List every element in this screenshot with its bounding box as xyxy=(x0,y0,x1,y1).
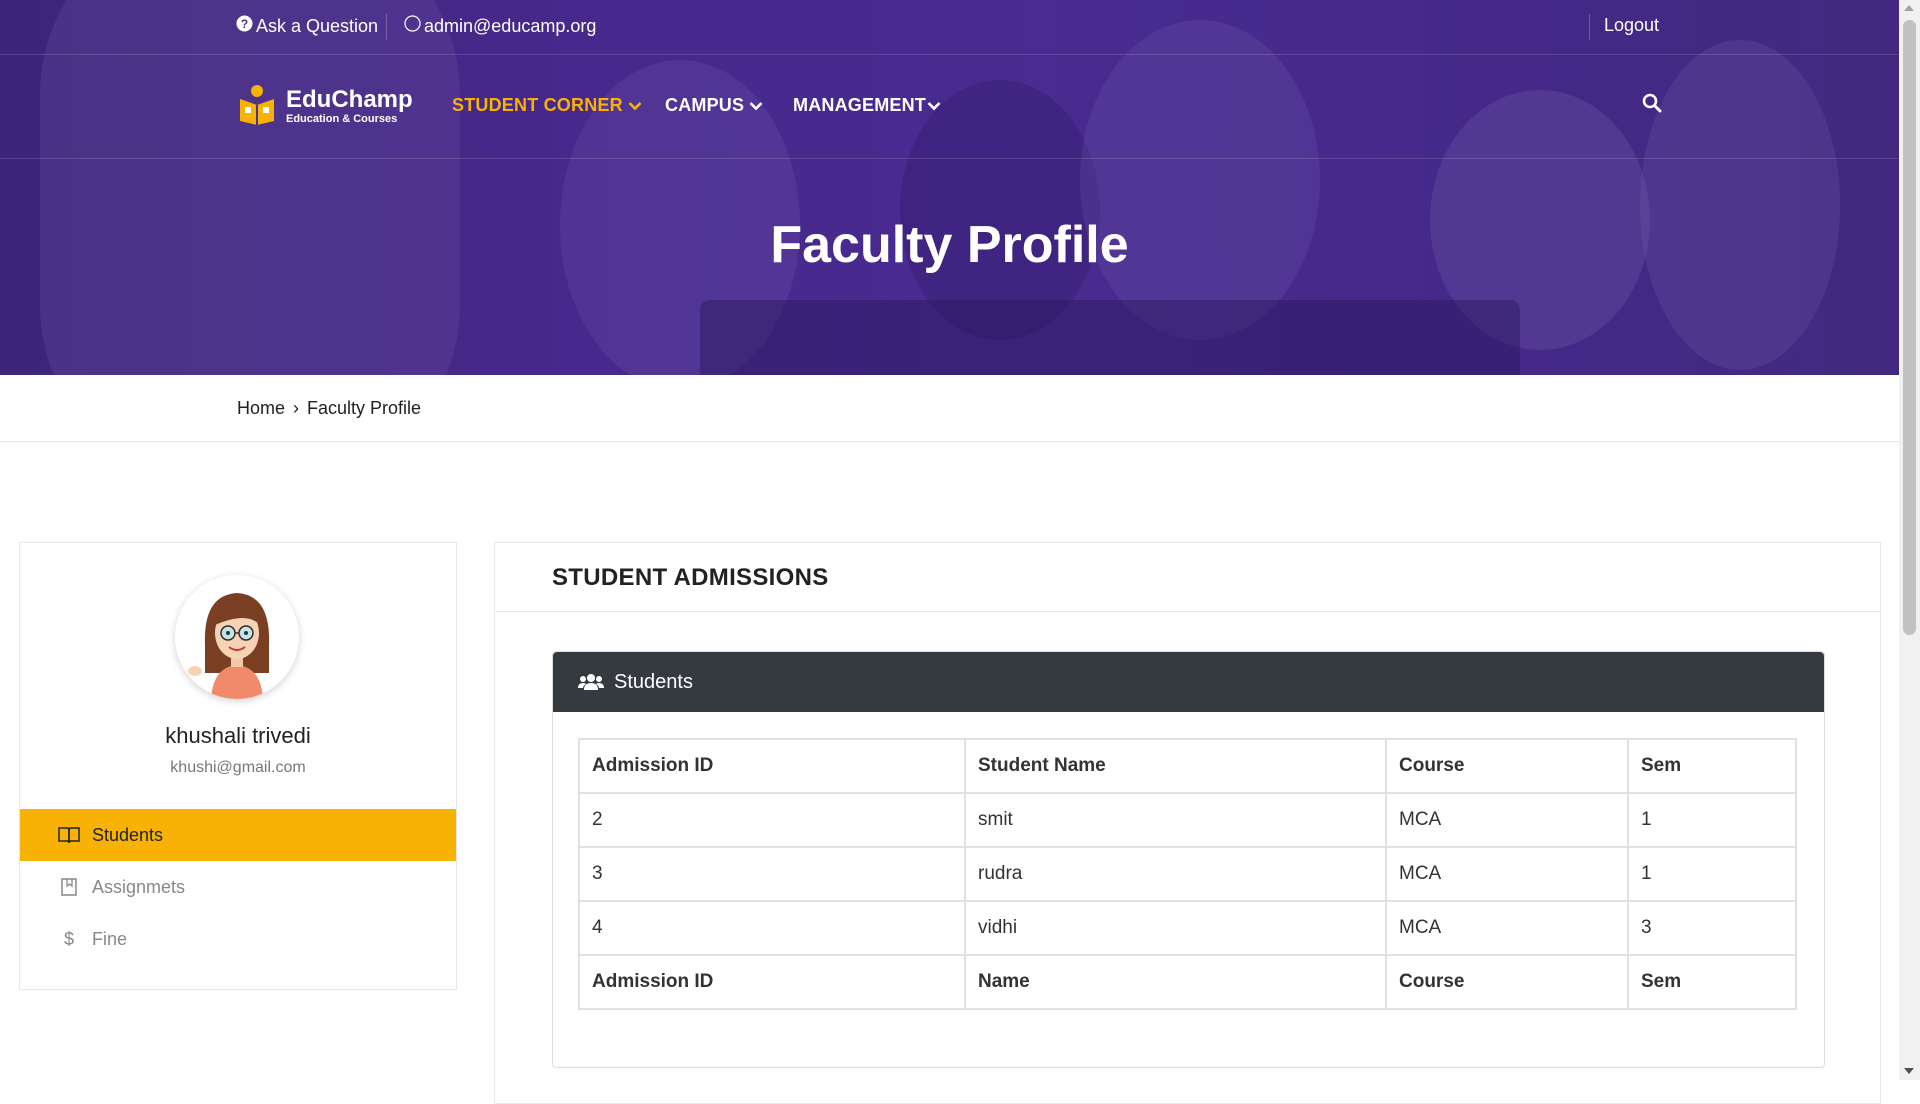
table-cell: 4 xyxy=(578,900,966,956)
site-logo[interactable]: EduChamp Education & Courses xyxy=(236,83,413,130)
table-cell: MCA xyxy=(1385,900,1629,956)
menu-label: Fine xyxy=(92,928,128,949)
dollar-icon: $ xyxy=(58,929,80,949)
column-header[interactable]: Admission ID xyxy=(578,738,966,794)
menu-label: Assignmets xyxy=(92,876,186,897)
nav-label: MANAGEMENT xyxy=(793,95,926,115)
main-navbar: EduChamp Education & Courses STUDENT COR… xyxy=(0,55,1899,159)
chevron-down-icon xyxy=(628,95,642,116)
scroll-up-arrow-icon[interactable] xyxy=(1904,5,1914,11)
table-row: 2 smit MCA 1 xyxy=(578,792,1797,848)
contact-email-link[interactable]: admin@educamp.org xyxy=(404,15,596,37)
menu-item-fine[interactable]: $ Fine xyxy=(20,913,456,965)
table-header-row: Admission ID Student Name Course Sem xyxy=(578,738,1797,794)
column-footer: Name xyxy=(964,954,1387,1010)
scroll-down-arrow-icon[interactable] xyxy=(1904,1068,1914,1074)
nav-student-corner[interactable]: STUDENT CORNER xyxy=(452,95,642,116)
nav-label: CAMPUS xyxy=(665,95,745,115)
search-button[interactable] xyxy=(1642,93,1662,118)
hero-banner: ? Ask a Question admin@educamp.org Logou… xyxy=(0,0,1899,375)
scrollbar-thumb[interactable] xyxy=(1903,20,1916,635)
menu-item-assignments[interactable]: Assignmets xyxy=(20,861,456,913)
chevron-down-icon xyxy=(749,95,763,116)
students-card: Students Admission ID Student Name Cours… xyxy=(552,651,1825,1068)
table-cell: MCA xyxy=(1385,846,1629,902)
contact-email: admin@educamp.org xyxy=(424,15,597,36)
table-cell: 1 xyxy=(1627,792,1797,848)
table-cell: 3 xyxy=(1627,900,1797,956)
book-open-icon xyxy=(58,826,80,844)
breadcrumb-home[interactable]: Home xyxy=(237,398,285,419)
profile-name: khushali trivedi xyxy=(165,723,311,748)
column-footer: Admission ID xyxy=(578,954,966,1010)
table-cell: 3 xyxy=(578,846,966,902)
column-header[interactable]: Sem xyxy=(1627,738,1797,794)
column-footer: Course xyxy=(1385,954,1629,1010)
search-icon xyxy=(1642,93,1662,117)
page-title: Faculty Profile xyxy=(770,216,1129,274)
page-scrollbar[interactable] xyxy=(1899,0,1920,1080)
menu-item-students[interactable]: Students xyxy=(20,809,456,861)
table-cell: MCA xyxy=(1385,792,1629,848)
panel-header: STUDENT ADMISSIONS xyxy=(495,543,1880,612)
logo-tagline: Education & Courses xyxy=(286,112,398,125)
table-row: 4 vidhi MCA 3 xyxy=(578,900,1797,956)
ask-question-link[interactable]: ? Ask a Question xyxy=(236,15,378,37)
svg-text:?: ? xyxy=(241,17,248,31)
breadcrumb-separator: › xyxy=(293,397,300,418)
topbar-divider xyxy=(1589,14,1590,40)
users-icon xyxy=(578,672,604,692)
profile-email: khushi@gmail.com xyxy=(170,759,306,776)
table-row: 3 rudra MCA 1 xyxy=(578,846,1797,902)
logout-link[interactable]: Logout xyxy=(1604,15,1659,36)
table-cell: rudra xyxy=(964,846,1387,902)
students-table: Admission ID Student Name Course Sem 2 s… xyxy=(578,738,1797,1010)
menu-label: Students xyxy=(92,824,164,845)
avatar xyxy=(175,575,299,699)
logout-label: Logout xyxy=(1604,15,1660,35)
chevron-down-icon xyxy=(927,95,941,116)
logo-name: EduChamp xyxy=(286,85,413,113)
educhamp-logo-icon xyxy=(236,83,278,130)
topbar-divider xyxy=(386,14,387,40)
bookmark-book-icon xyxy=(58,878,80,896)
nav-label: STUDENT CORNER xyxy=(452,95,623,115)
nav-campus[interactable]: CAMPUS xyxy=(665,95,763,116)
question-circle-icon: ? xyxy=(236,15,253,37)
breadcrumb-current: Faculty Profile xyxy=(307,397,422,418)
table-cell: vidhi xyxy=(964,900,1387,956)
ask-question-label: Ask a Question xyxy=(256,15,379,36)
panel-title: STUDENT ADMISSIONS xyxy=(552,564,829,591)
table-cell: 2 xyxy=(578,792,966,848)
table-cell: smit xyxy=(964,792,1387,848)
envelope-icon xyxy=(404,15,421,37)
svg-text:$: $ xyxy=(64,929,74,949)
student-admissions-panel: STUDENT ADMISSIONS Students Admission ID xyxy=(494,542,1881,1104)
breadcrumb: Home › Faculty Profile xyxy=(0,375,1899,442)
column-footer: Sem xyxy=(1627,954,1797,1010)
column-header[interactable]: Course xyxy=(1385,738,1629,794)
students-card-title: Students xyxy=(614,670,693,693)
students-card-header: Students xyxy=(553,652,1824,712)
table-footer-row: Admission ID Name Course Sem xyxy=(578,954,1797,1010)
table-cell: 1 xyxy=(1627,846,1797,902)
column-header[interactable]: Student Name xyxy=(964,738,1387,794)
nav-management[interactable]: MANAGEMENT xyxy=(793,95,941,116)
top-bar: ? Ask a Question admin@educamp.org Logou… xyxy=(0,0,1899,55)
profile-card: khushali trivedi khushi@gmail.com Studen… xyxy=(19,542,457,990)
